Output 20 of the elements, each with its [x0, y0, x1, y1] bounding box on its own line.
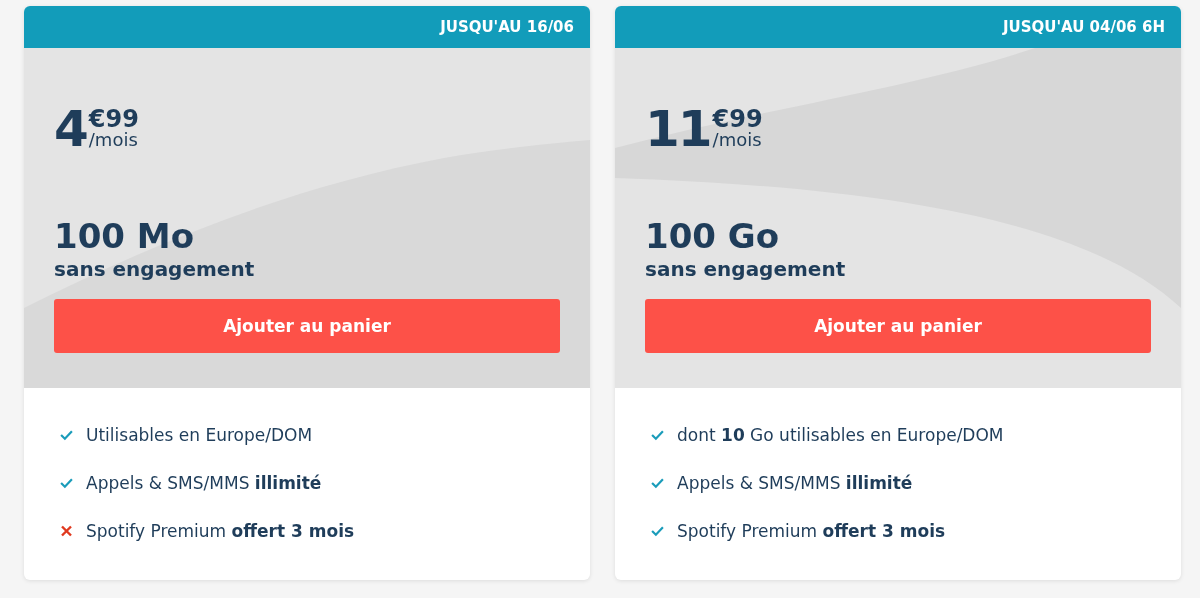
feature-text: Appels & SMS/MMS illimité — [86, 472, 322, 493]
data-allowance: 100 Mo — [54, 216, 195, 256]
price-period: /mois — [88, 130, 139, 150]
feature-text: dont 10 Go utilisables en Europe/DOM — [677, 424, 1004, 445]
price-amount: 4 — [54, 108, 87, 150]
price-period: /mois — [712, 130, 763, 150]
add-to-cart-button[interactable]: Ajouter au panier — [54, 299, 560, 353]
feature-text: Spotify Premium offert 3 mois — [677, 520, 946, 541]
feature-text: Appels & SMS/MMS illimité — [677, 472, 913, 493]
feature-text: Utilisables en Europe/DOM — [86, 424, 313, 445]
feature-text: Spotify Premium offert 3 mois — [86, 520, 355, 541]
add-to-cart-button[interactable]: Ajouter au panier — [645, 299, 1151, 353]
price-amount: 11 — [645, 108, 711, 150]
deadline-label: JUSQU'AU 04/06 6H — [1002, 18, 1165, 36]
commitment-label: sans engagement — [54, 256, 256, 282]
deadline-label: JUSQU'AU 16/06 — [440, 18, 574, 36]
commitment-label: sans engagement — [645, 256, 847, 282]
data-allowance: 100 Go — [645, 216, 781, 256]
price-cents: €99 — [88, 108, 139, 130]
price-cents: €99 — [712, 108, 763, 130]
